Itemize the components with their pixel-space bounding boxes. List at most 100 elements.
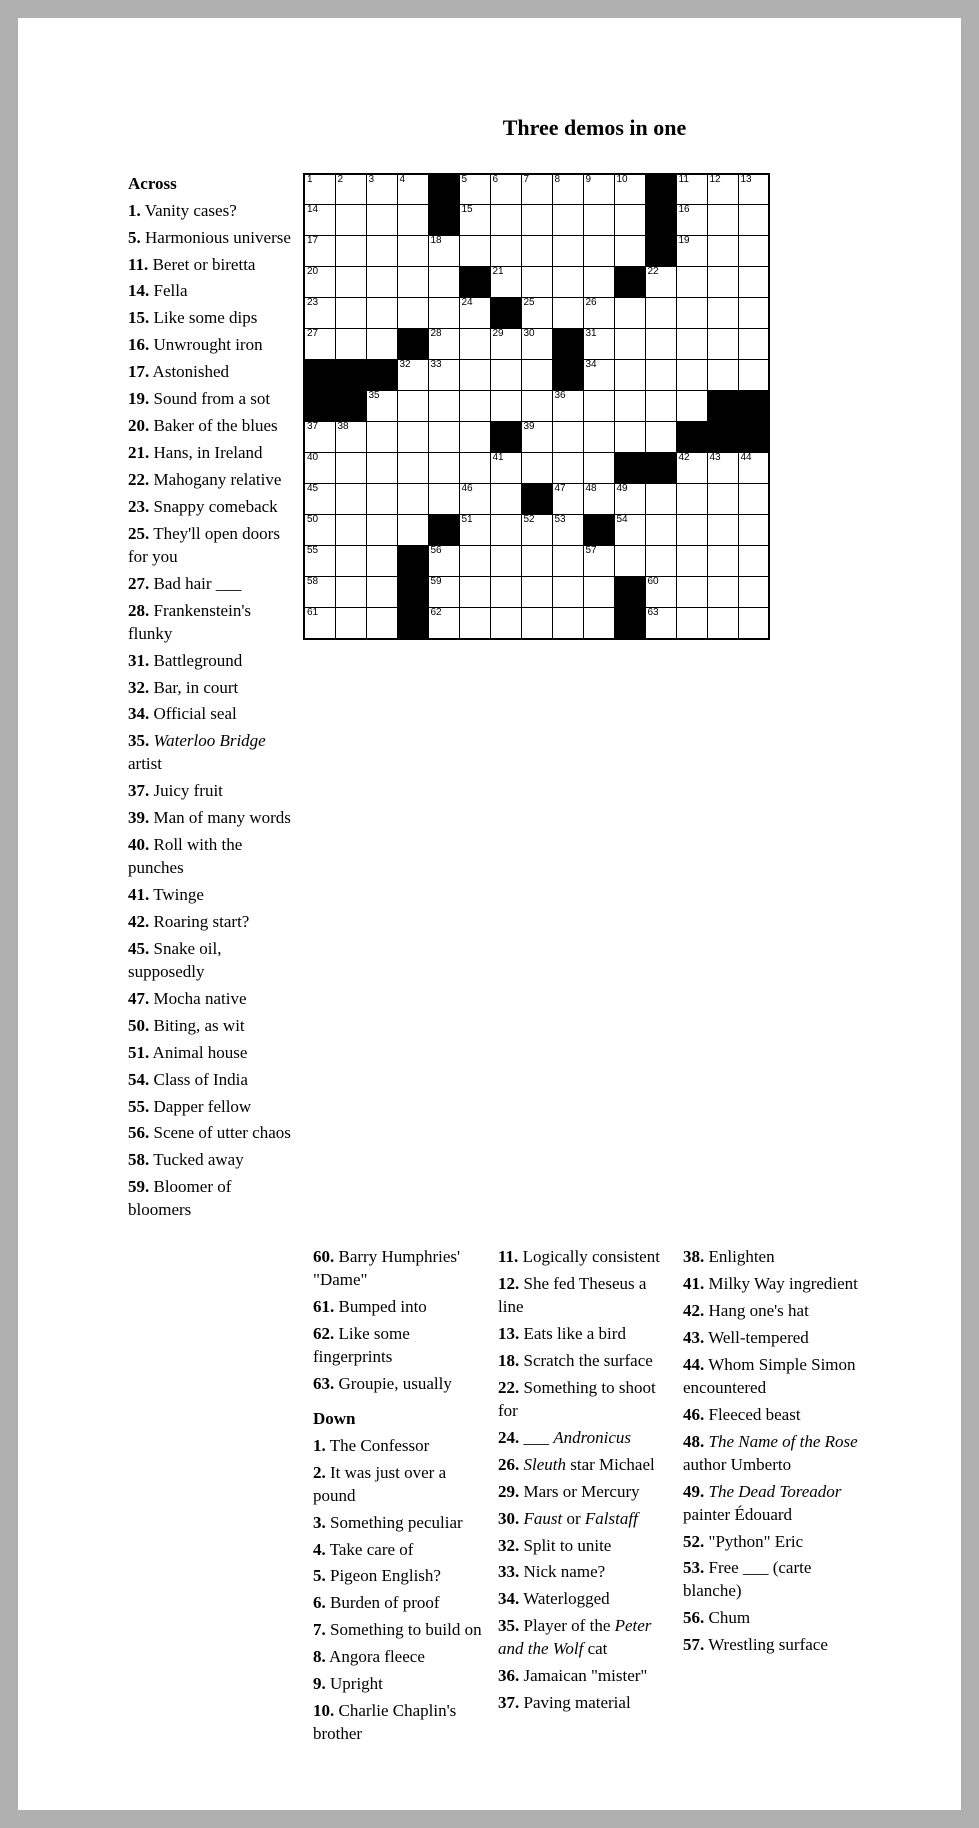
clue-item[interactable]: 12. She fed Theseus a line [498,1273,673,1319]
grid-cell[interactable] [397,298,428,329]
clue-item[interactable]: 10. Charlie Chaplin's brother [313,1700,488,1746]
grid-cell[interactable]: 10 [614,174,645,205]
grid-cell[interactable] [459,453,490,484]
clue-item[interactable]: 49. The Dead Toreador painter Édouard [683,1481,858,1527]
clue-item[interactable]: 19. Sound from a sot [128,388,293,411]
grid-cell[interactable] [707,329,738,360]
clue-item[interactable]: 8. Angora fleece [313,1646,488,1669]
grid-cell[interactable]: 53 [552,515,583,546]
grid-cell[interactable] [614,236,645,267]
clue-item[interactable]: 27. Bad hair ___ [128,573,293,596]
grid-cell[interactable] [676,577,707,608]
clue-item[interactable]: 6. Burden of proof [313,1592,488,1615]
grid-cell[interactable] [707,484,738,515]
grid-cell[interactable] [490,608,521,639]
grid-cell[interactable]: 46 [459,484,490,515]
grid-cell[interactable] [459,577,490,608]
clue-item[interactable]: 21. Hans, in Ireland [128,442,293,465]
grid-cell[interactable]: 41 [490,453,521,484]
grid-cell[interactable] [490,205,521,236]
clue-item[interactable]: 25. They'll open doors for you [128,523,293,569]
grid-cell[interactable]: 54 [614,515,645,546]
grid-cell[interactable]: 1 [304,174,335,205]
grid-cell[interactable] [521,236,552,267]
grid-cell[interactable] [645,329,676,360]
grid-cell[interactable]: 44 [738,453,769,484]
grid-cell[interactable] [335,236,366,267]
clue-item[interactable]: 45. Snake oil, supposedly [128,938,293,984]
clue-item[interactable]: 37. Paving material [498,1692,673,1715]
grid-cell[interactable]: 58 [304,577,335,608]
grid-cell[interactable] [738,484,769,515]
grid-cell[interactable] [459,608,490,639]
grid-cell[interactable]: 61 [304,608,335,639]
clue-item[interactable]: 28. Frankenstein's flunky [128,600,293,646]
grid-cell[interactable] [521,577,552,608]
grid-cell[interactable] [335,453,366,484]
grid-cell[interactable]: 57 [583,546,614,577]
grid-cell[interactable] [397,267,428,298]
grid-cell[interactable]: 30 [521,329,552,360]
grid-cell[interactable] [490,391,521,422]
grid-cell[interactable] [521,360,552,391]
grid-cell[interactable] [428,298,459,329]
grid-cell[interactable]: 5 [459,174,490,205]
grid-cell[interactable]: 13 [738,174,769,205]
grid-cell[interactable]: 49 [614,484,645,515]
grid-cell[interactable] [459,546,490,577]
grid-cell[interactable] [614,205,645,236]
grid-cell[interactable]: 26 [583,298,614,329]
grid-cell[interactable]: 18 [428,236,459,267]
grid-cell[interactable]: 8 [552,174,583,205]
grid-cell[interactable]: 56 [428,546,459,577]
grid-cell[interactable] [428,267,459,298]
clue-item[interactable]: 52. "Python" Eric [683,1531,858,1554]
grid-cell[interactable]: 31 [583,329,614,360]
grid-cell[interactable]: 43 [707,453,738,484]
grid-cell[interactable] [521,391,552,422]
grid-cell[interactable] [707,577,738,608]
grid-cell[interactable]: 48 [583,484,614,515]
clue-item[interactable]: 56. Scene of utter chaos [128,1122,293,1145]
clue-item[interactable]: 43. Well-tempered [683,1327,858,1350]
clue-item[interactable]: 60. Barry Humphries' "Dame" [313,1246,488,1292]
clue-item[interactable]: 4. Take care of [313,1539,488,1562]
grid-cell[interactable] [459,391,490,422]
grid-cell[interactable] [614,422,645,453]
clue-item[interactable]: 42. Hang one's hat [683,1300,858,1323]
grid-cell[interactable] [552,236,583,267]
grid-cell[interactable]: 9 [583,174,614,205]
grid-cell[interactable] [676,267,707,298]
clue-item[interactable]: 16. Unwrought iron [128,334,293,357]
grid-cell[interactable]: 34 [583,360,614,391]
grid-cell[interactable] [397,236,428,267]
clue-item[interactable]: 46. Fleeced beast [683,1404,858,1427]
grid-cell[interactable] [366,267,397,298]
grid-cell[interactable]: 50 [304,515,335,546]
grid-cell[interactable] [490,515,521,546]
clue-item[interactable]: 51. Animal house [128,1042,293,1065]
grid-cell[interactable]: 62 [428,608,459,639]
clue-item[interactable]: 41. Twinge [128,884,293,907]
clue-item[interactable]: 24. ___ Andronicus [498,1427,673,1450]
grid-cell[interactable]: 45 [304,484,335,515]
grid-cell[interactable] [335,205,366,236]
grid-cell[interactable]: 36 [552,391,583,422]
grid-cell[interactable] [676,329,707,360]
clue-item[interactable]: 48. The Name of the Rose author Umberto [683,1431,858,1477]
grid-cell[interactable] [397,205,428,236]
grid-cell[interactable] [614,298,645,329]
grid-cell[interactable] [738,360,769,391]
clue-item[interactable]: 61. Bumped into [313,1296,488,1319]
grid-cell[interactable] [738,608,769,639]
grid-cell[interactable] [459,236,490,267]
clue-item[interactable]: 17. Astonished [128,361,293,384]
grid-cell[interactable] [707,236,738,267]
grid-cell[interactable] [335,484,366,515]
clue-item[interactable]: 14. Fella [128,280,293,303]
grid-cell[interactable] [614,391,645,422]
grid-cell[interactable] [738,298,769,329]
grid-cell[interactable] [738,267,769,298]
grid-cell[interactable] [397,391,428,422]
grid-cell[interactable]: 29 [490,329,521,360]
